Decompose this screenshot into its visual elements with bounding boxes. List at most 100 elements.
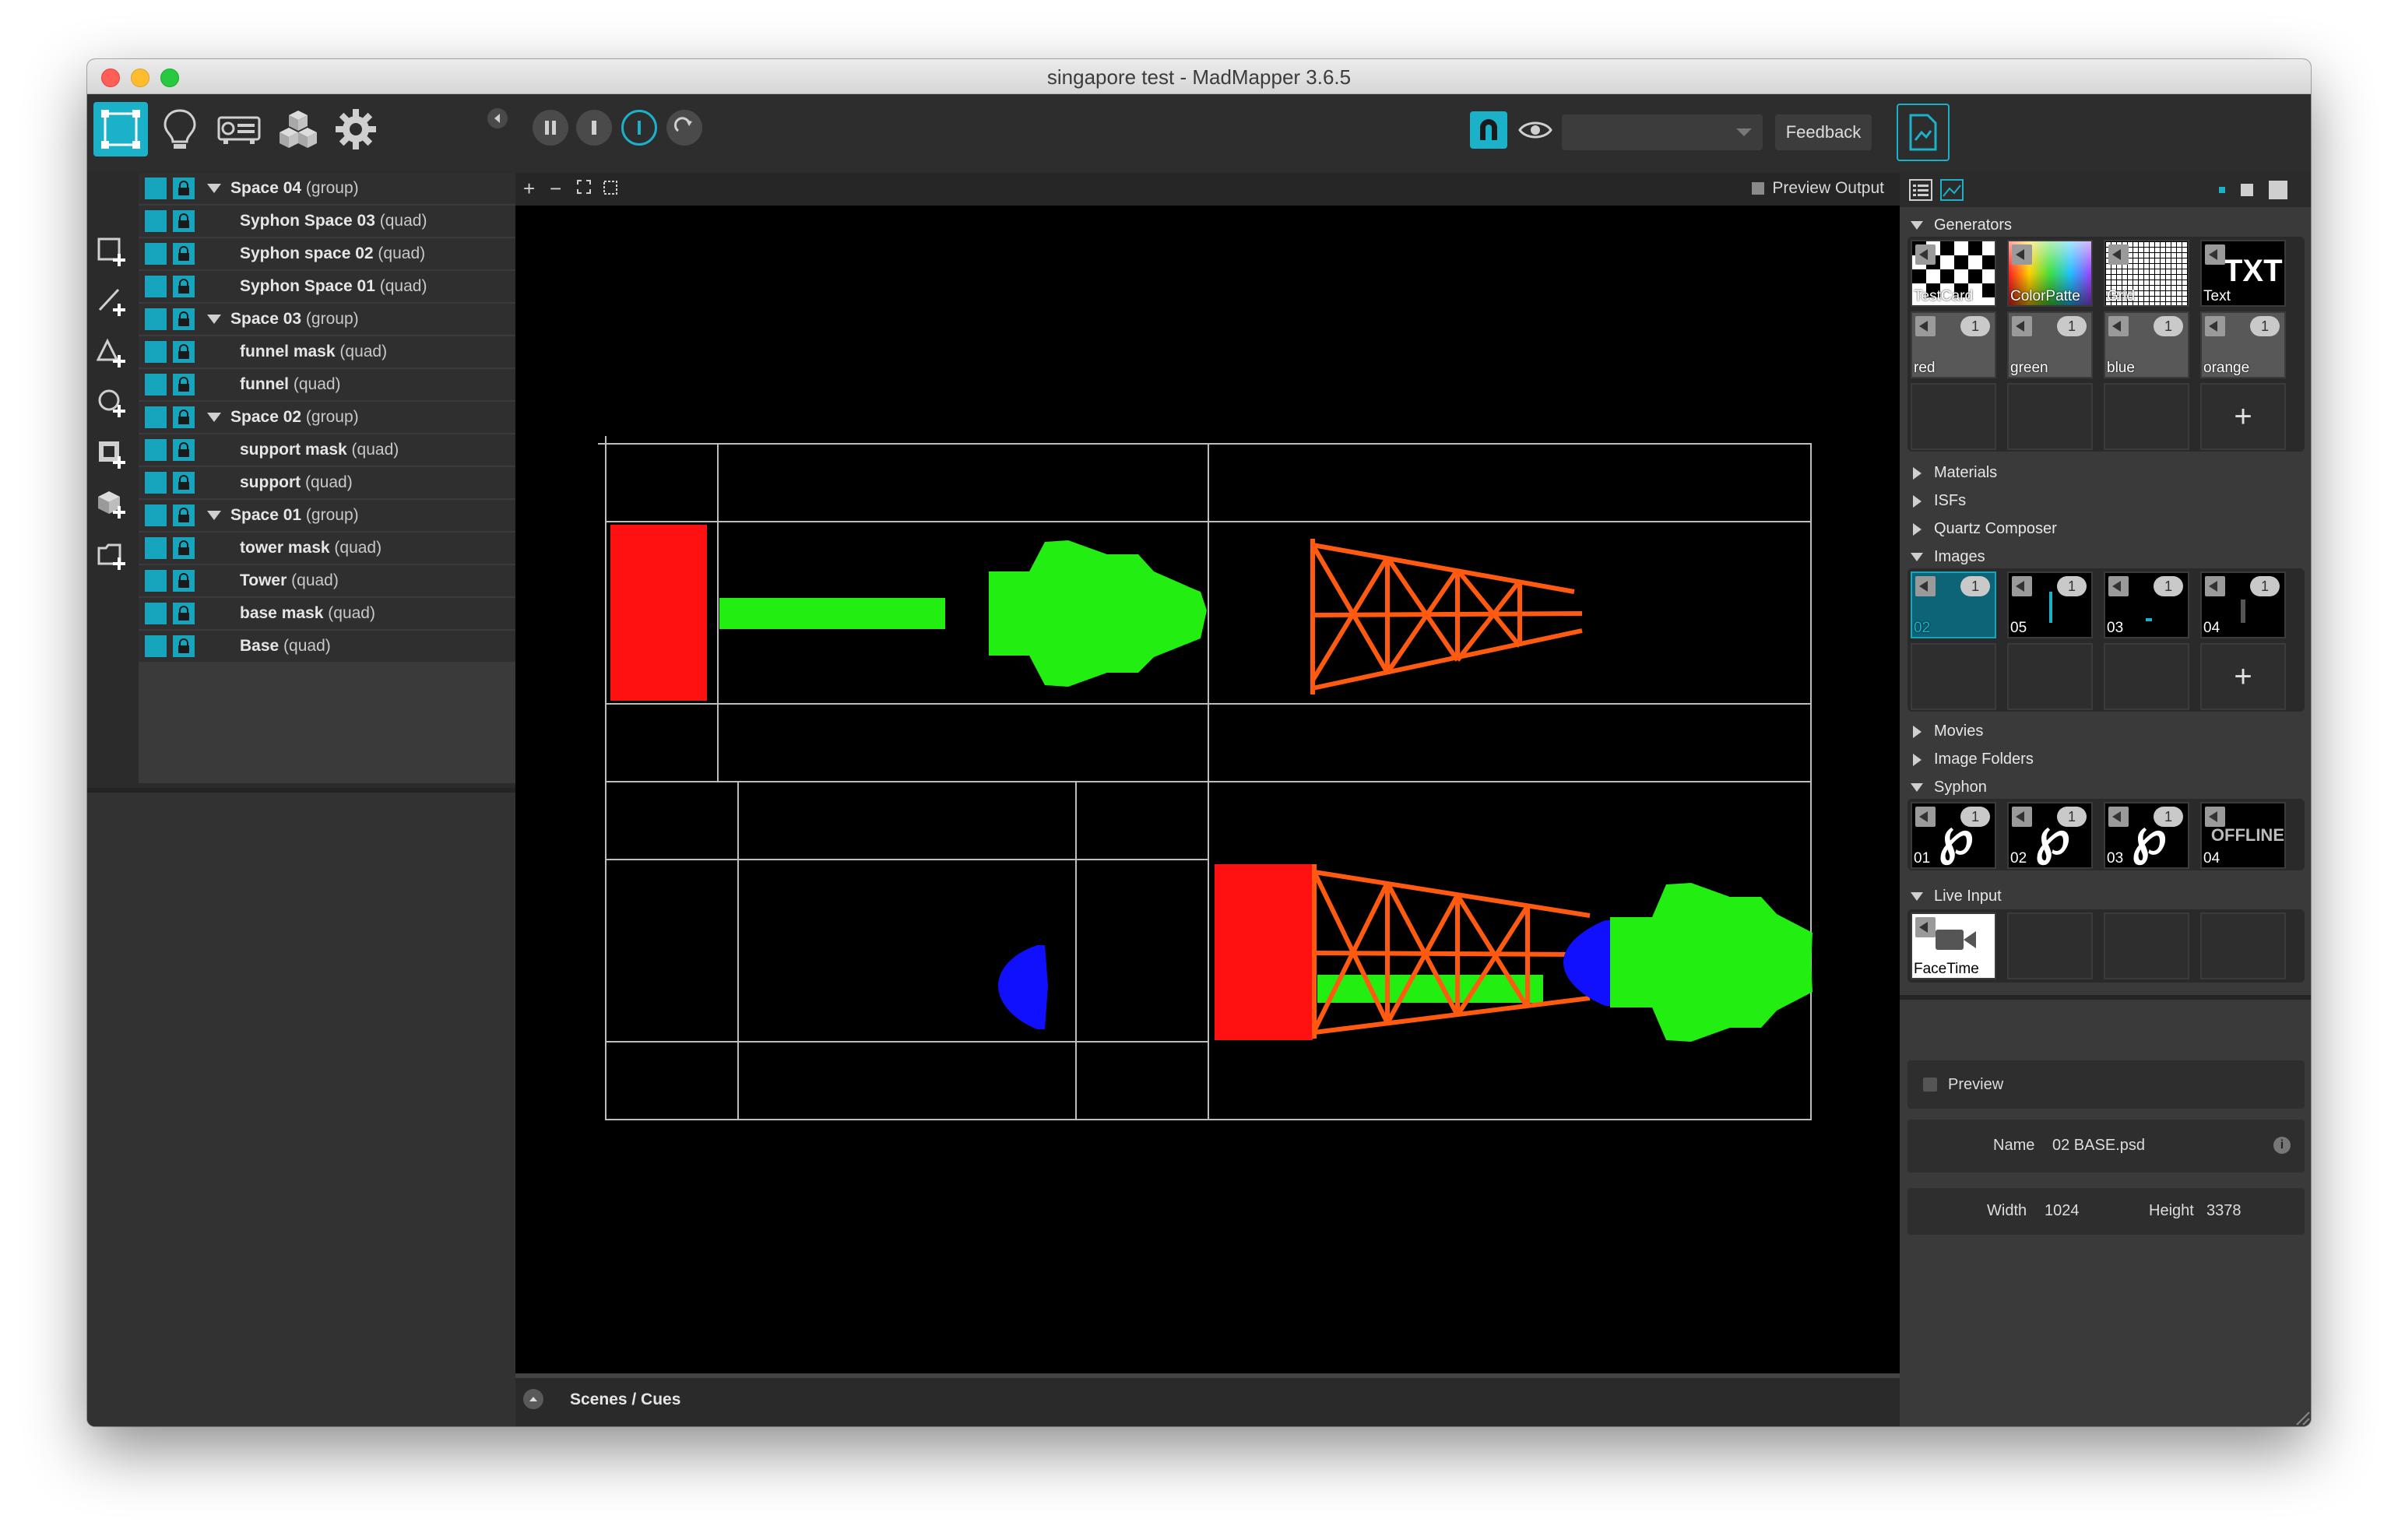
- live-input-facetime[interactable]: FaceTime: [1911, 912, 1996, 979]
- add-image-button[interactable]: +: [2200, 643, 2286, 710]
- play-icon[interactable]: [1915, 244, 1936, 265]
- tower-strip-surface[interactable]: [719, 598, 945, 629]
- play-icon[interactable]: [2012, 316, 2032, 336]
- layer-lock-toggle[interactable]: [173, 374, 195, 396]
- preferences-button[interactable]: [329, 102, 383, 156]
- syphon-section-header[interactable]: Syphon: [1911, 779, 1987, 796]
- play-icon[interactable]: [2012, 244, 2032, 265]
- output-mode-button[interactable]: [212, 102, 266, 156]
- layer-visibility-checkbox[interactable]: [145, 341, 167, 363]
- syphon-04[interactable]: OFFLINE 04: [2200, 802, 2286, 869]
- layer-row[interactable]: funnel mask (quad): [139, 336, 515, 369]
- preview-toggle-row[interactable]: Preview: [1908, 1060, 2305, 1109]
- group-disclosure-icon[interactable]: [207, 315, 221, 324]
- layer-lock-toggle[interactable]: [173, 341, 195, 363]
- add-line-tool[interactable]: [95, 285, 129, 319]
- add-generator-button[interactable]: +: [2200, 383, 2286, 450]
- layer-lock-toggle[interactable]: [173, 406, 195, 428]
- generator-testcard[interactable]: TestCard: [1911, 240, 1996, 307]
- generator-blue[interactable]: 1 blue: [2104, 311, 2189, 378]
- layer-lock-toggle[interactable]: [173, 178, 195, 199]
- play-icon[interactable]: [1915, 807, 1936, 827]
- generator-orange[interactable]: 1 orange: [2200, 311, 2286, 378]
- syphon-02[interactable]: ℘ 1 02: [2007, 802, 2093, 869]
- syphon-03[interactable]: ℘ 1 03: [2104, 802, 2189, 869]
- group-disclosure-icon[interactable]: [207, 184, 221, 193]
- play-icon[interactable]: [2012, 576, 2032, 596]
- stage-canvas[interactable]: [515, 206, 1900, 1373]
- generators-section-header[interactable]: Generators: [1911, 216, 2012, 234]
- layer-lock-toggle[interactable]: [173, 570, 195, 592]
- group-disclosure-icon[interactable]: [207, 511, 221, 520]
- layer-lock-toggle[interactable]: [173, 537, 195, 559]
- add-group-tool[interactable]: [95, 539, 129, 573]
- scenes-cues-bar[interactable]: Scenes / Cues: [515, 1373, 1900, 1426]
- funnel-surface[interactable]: [989, 540, 1207, 687]
- layer-row[interactable]: Base (quad): [139, 631, 515, 663]
- layer-lock-toggle[interactable]: [173, 243, 195, 265]
- layer-group-row[interactable]: Space 01 (group): [139, 500, 515, 533]
- collapse-left-button[interactable]: [487, 108, 508, 128]
- play-icon[interactable]: [1915, 917, 1936, 937]
- list-view-button[interactable]: [1909, 179, 1932, 205]
- layer-lock-toggle[interactable]: [173, 276, 195, 297]
- layer-row[interactable]: Tower (quad): [139, 565, 515, 598]
- layer-lock-toggle[interactable]: [173, 439, 195, 461]
- images-section-header[interactable]: Images: [1911, 548, 1985, 566]
- layer-group-row[interactable]: Space 04 (group): [139, 173, 515, 206]
- tower-output[interactable]: [1312, 864, 1591, 1039]
- preview-output-toggle[interactable]: Preview Output: [1752, 179, 1884, 198]
- layer-lock-toggle[interactable]: [173, 635, 195, 657]
- layer-row[interactable]: tower mask (quad): [139, 533, 515, 565]
- document-inspector-button[interactable]: [1897, 104, 1950, 161]
- layer-visibility-checkbox[interactable]: [145, 439, 167, 461]
- layer-visibility-checkbox[interactable]: [145, 537, 167, 559]
- preview-visibility-toggle[interactable]: [1517, 111, 1554, 149]
- generator-text[interactable]: TXT Text: [2200, 240, 2286, 307]
- layer-visibility-checkbox[interactable]: [145, 243, 167, 265]
- play-icon[interactable]: [1915, 316, 1936, 336]
- layer-group-row[interactable]: Space 02 (group): [139, 402, 515, 434]
- info-icon[interactable]: i: [2273, 1137, 2291, 1154]
- funnel-mask-surface[interactable]: [998, 945, 1048, 1029]
- zoom-out-button[interactable]: −: [550, 178, 561, 199]
- medium-thumbnail-size-button[interactable]: [2241, 184, 2253, 196]
- layer-visibility-checkbox[interactable]: [145, 406, 167, 428]
- layer-lock-toggle[interactable]: [173, 210, 195, 232]
- preview-checkbox[interactable]: [1923, 1078, 1937, 1092]
- blackout-toggle[interactable]: [621, 110, 657, 146]
- base-surface[interactable]: [610, 525, 707, 701]
- output-select-dropdown[interactable]: [1562, 114, 1763, 150]
- generator-green[interactable]: 1 green: [2007, 311, 2093, 378]
- image-02[interactable]: 1 02: [1911, 571, 1996, 638]
- media-view-button[interactable]: [1940, 179, 1964, 205]
- image-03[interactable]: 1 03: [2104, 571, 2189, 638]
- fit-view-button[interactable]: [576, 179, 592, 199]
- feedback-button[interactable]: Feedback: [1775, 114, 1872, 150]
- image-folders-section-header[interactable]: Image Folders: [1911, 751, 2034, 768]
- restart-button[interactable]: [666, 110, 702, 146]
- base-output[interactable]: [1215, 864, 1313, 1040]
- isfs-section-header[interactable]: ISFs: [1911, 492, 1966, 510]
- funnel-mask-output[interactable]: [1563, 920, 1618, 1006]
- layer-visibility-checkbox[interactable]: [145, 635, 167, 657]
- layer-row[interactable]: funnel (quad): [139, 369, 515, 402]
- syphon-01[interactable]: ℘ 1 01: [1911, 802, 1996, 869]
- large-thumbnail-size-button[interactable]: [2269, 181, 2287, 199]
- generator-red[interactable]: 1 red: [1911, 311, 1996, 378]
- materials-section-header[interactable]: Materials: [1911, 464, 1997, 482]
- image-04[interactable]: 1 04: [2200, 571, 2286, 638]
- play-icon[interactable]: [2108, 244, 2129, 265]
- add-circle-tool[interactable]: [95, 386, 129, 420]
- add-3d-object-tool[interactable]: [95, 487, 129, 522]
- step-button[interactable]: [576, 110, 612, 146]
- add-quad-tool[interactable]: [95, 235, 129, 269]
- add-triangle-tool[interactable]: [95, 336, 129, 371]
- lighting-mode-button[interactable]: [153, 102, 207, 156]
- layer-row[interactable]: support (quad): [139, 467, 515, 500]
- layer-visibility-checkbox[interactable]: [145, 276, 167, 297]
- play-icon[interactable]: [2205, 244, 2225, 265]
- tower-surface[interactable]: [1310, 539, 1583, 694]
- funnel-output[interactable]: [1610, 883, 1813, 1042]
- resize-handle[interactable]: [2291, 1406, 2311, 1426]
